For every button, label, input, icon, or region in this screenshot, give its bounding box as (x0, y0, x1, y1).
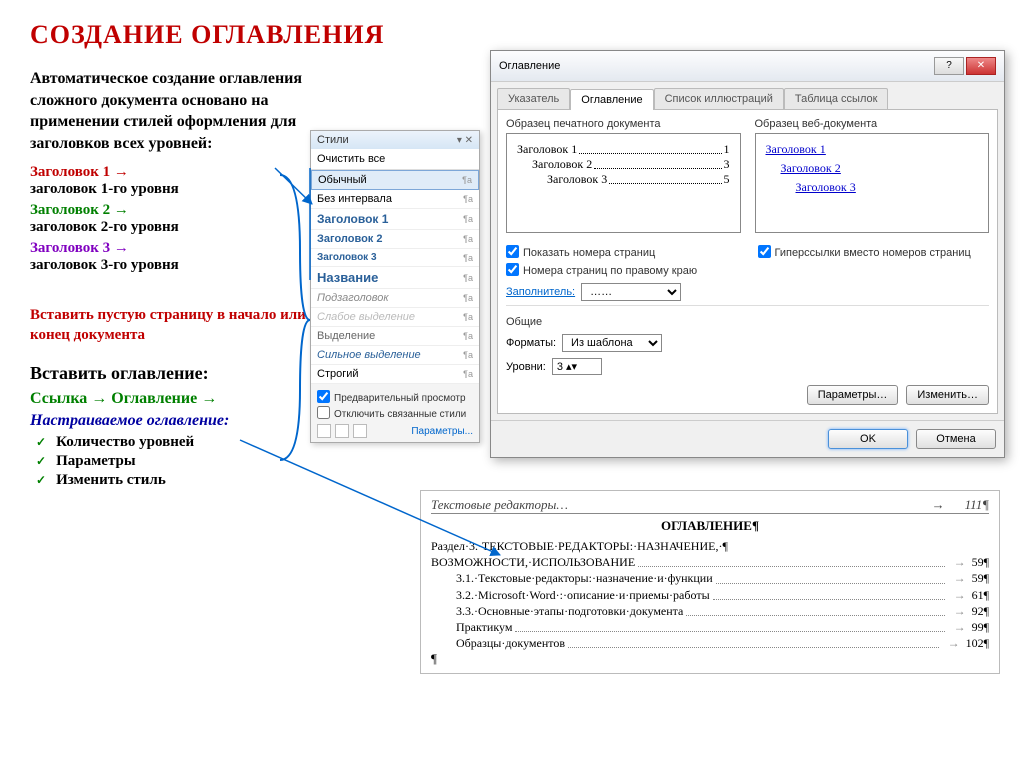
dialog-tabs: УказательОглавлениеСписок иллюстрацийТаб… (491, 82, 1004, 109)
checklist: Количество уровней Параметры Изменить ст… (36, 434, 310, 489)
params-button[interactable]: Параметры… (807, 385, 899, 405)
levels-spinner[interactable]: 3 ▴▾ (552, 358, 602, 375)
intro-text: Автоматическое создание оглавления сложн… (30, 68, 310, 154)
toc-line: 3.3.·Основные·этапы·подготовки·документа… (431, 603, 989, 619)
toc-line: Раздел·3.·ТЕКСТОВЫЕ·РЕДАКТОРЫ:·НАЗНАЧЕНИ… (431, 538, 989, 554)
style-item[interactable]: Обычный¶a (311, 170, 479, 190)
new-style-icon[interactable] (317, 424, 331, 438)
toc-line: 3.2.·Microsoft·Word·:·описание·и·приемы·… (431, 587, 989, 603)
style-item[interactable]: Слабое выделение¶a (311, 308, 479, 327)
breadcrumb-ref: Ссылка (30, 390, 87, 407)
breadcrumb-arrow2: → (201, 390, 217, 407)
manage-styles-icon[interactable] (353, 424, 367, 438)
style-item[interactable]: Строгий¶a (311, 365, 479, 384)
ruler-right-text: 111¶ (965, 497, 989, 513)
toc-line: Образцы·документов→102¶ (431, 635, 989, 651)
ruler-left-text: Текстовые редакторы… (431, 497, 912, 513)
breadcrumb: Ссылка → Оглавление → (30, 390, 310, 408)
result-heading: ОГЛАВЛЕНИЕ¶ (431, 518, 989, 534)
common-group-label: Общие (506, 316, 989, 328)
checklist-item: Изменить стиль (36, 472, 310, 489)
formats-select[interactable]: Из шаблона (562, 334, 662, 352)
fill-select[interactable]: …… (581, 283, 681, 301)
styles-panel-header[interactable]: Стили ▾ ✕ (311, 131, 479, 149)
right-align-checkbox[interactable]: Номера страниц по правому краю (506, 261, 738, 277)
close-icon[interactable]: ▾ ✕ (457, 135, 473, 146)
styles-panel: Стили ▾ ✕ Очистить все Обычный¶aБез инте… (310, 130, 480, 443)
preview-checkbox[interactable]: Предварительный просмотр (317, 388, 473, 404)
style-item[interactable]: Выделение¶a (311, 327, 479, 346)
styles-params-link[interactable]: Параметры... (411, 426, 473, 437)
style-map: Заголовок 1 → заголовок 1-го уровня Заго… (30, 164, 310, 274)
style-h3-desc: заголовок 3-го уровня (30, 257, 310, 274)
dialog-tab[interactable]: Оглавление (570, 89, 653, 110)
style-item[interactable]: Заголовок 3¶a (311, 249, 479, 267)
style-item[interactable]: Заголовок 2¶a (311, 230, 479, 249)
dialog-tab[interactable]: Таблица ссылок (784, 88, 889, 109)
style-h2-label: Заголовок 2 → (30, 202, 310, 219)
breadcrumb-toc: Оглавление (111, 390, 197, 407)
hyperlinks-checkbox[interactable]: Гиперссылки вместо номеров страниц (758, 243, 990, 259)
toc-line: Практикум→99¶ (431, 619, 989, 635)
style-h2-desc: заголовок 2-го уровня (30, 219, 310, 236)
style-h3-label: Заголовок 3 → (30, 240, 310, 257)
dialog-titlebar[interactable]: Оглавление ? ✕ (491, 51, 1004, 82)
ok-button[interactable]: OK (828, 429, 908, 449)
disable-linked-checkbox[interactable]: Отключить связанные стили (317, 404, 473, 420)
web-preview: Образец веб-документа Заголовок 1Заголов… (755, 118, 990, 233)
tab-arrow-icon: → (932, 497, 945, 513)
styles-panel-title: Стили (317, 134, 349, 146)
dialog-tab[interactable]: Список иллюстраций (654, 88, 784, 109)
page-title: СОЗДАНИЕ ОГЛАВЛЕНИЯ (30, 20, 994, 50)
paragraph-mark: ¶ (431, 651, 989, 667)
breadcrumb-arrow: → (91, 390, 107, 407)
cancel-button[interactable]: Отмена (916, 429, 996, 449)
web-preview-label: Образец веб-документа (755, 118, 990, 130)
dialog-title: Оглавление (499, 60, 560, 72)
insert-hint: Вставить пустую страницу в начало или ко… (30, 306, 310, 345)
levels-label: Уровни: (506, 361, 546, 373)
print-preview: Образец печатного документа Заголовок 11… (506, 118, 741, 233)
checklist-item: Количество уровней (36, 434, 310, 451)
custom-toc-label: Настраиваемое оглавление: (30, 412, 310, 430)
result-document: Текстовые редакторы… → 111¶ ОГЛАВЛЕНИЕ¶ … (420, 490, 1000, 674)
fill-label: Заполнитель: (506, 286, 575, 298)
dialog-tab[interactable]: Указатель (497, 88, 570, 109)
toc-line: ВОЗМОЖНОСТИ,·ИСПОЛЬЗОВАНИЕ→59¶ (431, 554, 989, 570)
inspector-icon[interactable] (335, 424, 349, 438)
styles-clear-all[interactable]: Очистить все (311, 149, 479, 170)
print-preview-label: Образец печатного документа (506, 118, 741, 130)
insert-toc-title: Вставить оглавление: (30, 363, 310, 384)
style-item[interactable]: Сильное выделение¶a (311, 346, 479, 365)
show-pages-checkbox[interactable]: Показать номера страниц (506, 243, 738, 259)
style-item[interactable]: Название¶a (311, 267, 479, 289)
style-h1-desc: заголовок 1-го уровня (30, 181, 310, 198)
toc-dialog: Оглавление ? ✕ УказательОглавлениеСписок… (490, 50, 1005, 458)
help-button[interactable]: ? (934, 57, 964, 75)
style-item[interactable]: Без интервала¶a (311, 190, 479, 209)
toc-line: 3.1.·Текстовые·редакторы:·назначение·и·ф… (431, 570, 989, 586)
style-item[interactable]: Заголовок 1¶a (311, 209, 479, 230)
formats-label: Форматы: (506, 337, 556, 349)
modify-button[interactable]: Изменить… (906, 385, 989, 405)
style-item[interactable]: Подзаголовок¶a (311, 289, 479, 308)
style-h1-label: Заголовок 1 → (30, 164, 310, 181)
checklist-item: Параметры (36, 453, 310, 470)
close-button[interactable]: ✕ (966, 57, 996, 75)
